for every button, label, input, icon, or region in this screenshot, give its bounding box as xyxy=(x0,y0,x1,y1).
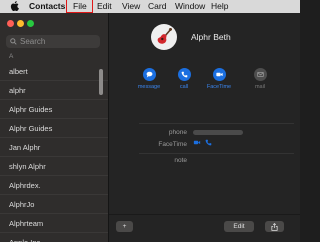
apple-logo-icon[interactable] xyxy=(10,1,19,11)
mail-label: mail xyxy=(254,84,266,90)
contact-list-item[interactable]: Apple Inc. xyxy=(0,233,108,242)
message-action[interactable]: message xyxy=(134,68,164,90)
message-bubble-icon xyxy=(146,71,152,78)
contacts-window: A albert alphr Alphr Guides Alphr Guides… xyxy=(0,13,300,242)
bottom-bar-divider xyxy=(109,214,300,215)
edit-button[interactable]: Edit xyxy=(224,221,254,232)
avatar[interactable] xyxy=(151,24,177,50)
search-icon xyxy=(10,38,17,45)
call-action[interactable]: call xyxy=(169,68,199,90)
file-menu-highlight xyxy=(66,0,93,13)
menu-bar: Contacts File Edit View Card Window Help xyxy=(0,0,300,13)
section-letter: A xyxy=(9,53,14,60)
contact-list-item[interactable]: shlyn Alphr xyxy=(0,157,108,176)
contact-card: Alphr Beth message call FaceTime mail ph… xyxy=(109,13,300,242)
contact-list-item[interactable]: albert xyxy=(0,62,108,81)
facetime-audio-icon[interactable] xyxy=(205,139,212,146)
contact-list-item[interactable]: Alphr Guides xyxy=(0,119,108,138)
close-window-button[interactable] xyxy=(7,20,14,27)
add-contact-button[interactable]: + xyxy=(116,221,133,232)
minimize-window-button[interactable] xyxy=(17,20,24,27)
facetime-video-icon[interactable] xyxy=(193,139,201,146)
facetime-field-label: FaceTime xyxy=(158,141,187,148)
phone-field: phone xyxy=(109,127,300,139)
envelope-icon xyxy=(256,72,264,77)
contact-list-item[interactable]: Alphrdex. xyxy=(0,176,108,195)
contact-list-item[interactable]: alphr xyxy=(0,81,108,100)
menu-app-name[interactable]: Contacts xyxy=(29,0,65,13)
menu-edit[interactable]: Edit xyxy=(97,0,112,13)
phone-value-redacted[interactable] xyxy=(193,127,243,139)
sidebar-scrollbar[interactable] xyxy=(99,69,103,95)
message-label: message xyxy=(137,84,161,90)
contact-list-item[interactable]: AlphrJo xyxy=(0,195,108,214)
facetime-value xyxy=(193,139,212,151)
note-field-label: note xyxy=(174,157,187,164)
sidebar: A albert alphr Alphr Guides Alphr Guides… xyxy=(0,13,109,242)
search-input[interactable] xyxy=(20,35,96,48)
contact-list-item[interactable]: Jan Alphr xyxy=(0,138,108,157)
divider xyxy=(139,123,294,124)
note-field[interactable]: note xyxy=(109,155,300,167)
menu-view[interactable]: View xyxy=(122,0,140,13)
contact-list-item[interactable]: Alphr Guides xyxy=(0,100,108,119)
facetime-field: FaceTime xyxy=(109,139,300,151)
maximize-window-button[interactable] xyxy=(27,20,34,27)
contact-list-item[interactable]: Alphrteam xyxy=(0,214,108,233)
video-camera-icon xyxy=(215,72,223,77)
contact-list: albert alphr Alphr Guides Alphr Guides J… xyxy=(0,62,108,242)
phone-icon xyxy=(181,71,187,78)
menu-card[interactable]: Card xyxy=(148,0,166,13)
mail-action[interactable]: mail xyxy=(245,68,275,90)
facetime-action[interactable]: FaceTime xyxy=(204,68,234,90)
search-field[interactable] xyxy=(6,35,100,48)
divider xyxy=(139,153,294,154)
phone-field-label: phone xyxy=(168,129,187,136)
share-button[interactable] xyxy=(265,221,284,232)
facetime-label: FaceTime xyxy=(206,84,232,90)
menu-help[interactable]: Help xyxy=(211,0,228,13)
share-icon xyxy=(271,222,278,231)
menu-window[interactable]: Window xyxy=(175,0,205,13)
guitar-icon xyxy=(157,28,172,44)
call-label: call xyxy=(179,84,189,90)
contact-name: Alphr Beth xyxy=(191,32,231,42)
